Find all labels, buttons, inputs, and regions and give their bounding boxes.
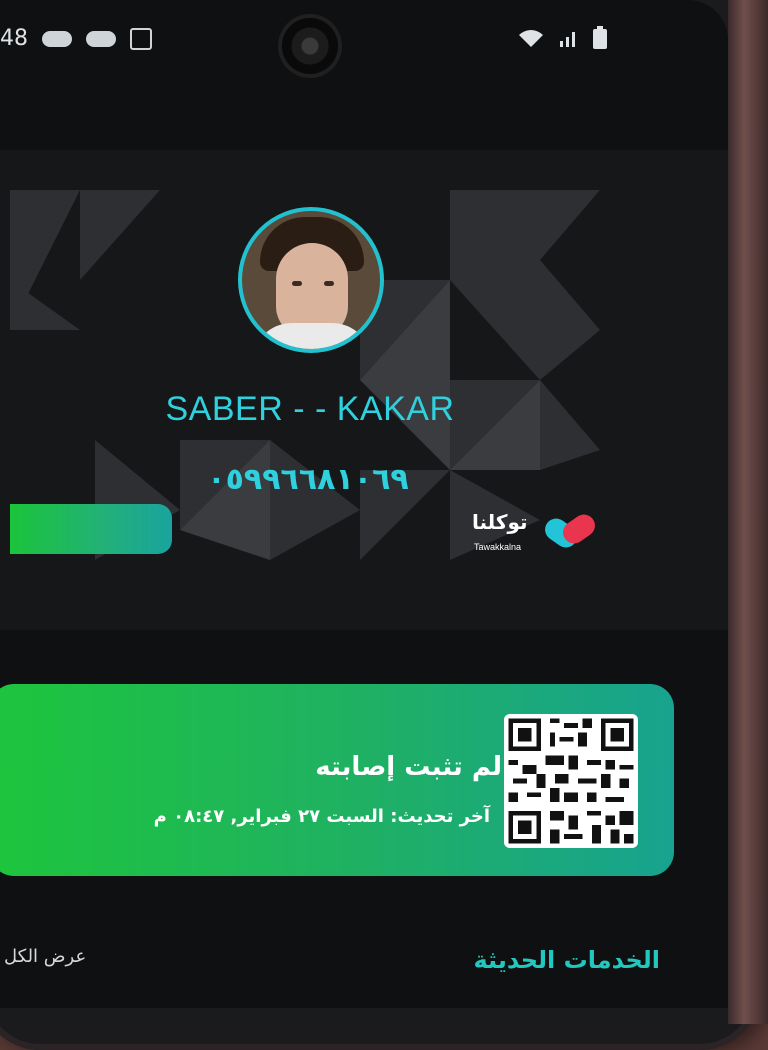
cloud-icon (86, 30, 116, 47)
health-status-title: لم تثبت إصابته (315, 752, 502, 782)
heart-logo-icon (545, 514, 595, 548)
signal-icon (560, 32, 575, 47)
logo-latin: Tawakkalna (474, 542, 522, 552)
services-section-title: الخدمات الحديثة (473, 946, 660, 974)
qr-code[interactable] (504, 714, 638, 848)
battery-icon (593, 26, 607, 49)
user-name: SABER - - KAKAR (165, 390, 455, 428)
logo-arabic: توكلنا (472, 510, 528, 534)
last-update-text: آخر تحديث: السبت ٢٧ فبراير, ٠٨:٤٧ م (153, 806, 490, 827)
status-time-fragment: 48 (0, 26, 28, 51)
health-status-pill (10, 504, 172, 554)
phone-edge (728, 0, 768, 1024)
checkbox-icon (130, 27, 152, 50)
cloud-icon (42, 30, 72, 47)
view-all-link[interactable]: عرض الكل (4, 946, 86, 967)
profile-avatar (238, 207, 384, 353)
bottom-edge (0, 1008, 728, 1024)
id-number: ٠٥٩٩٦٦٨١٠٦٩ (207, 462, 409, 497)
tawakkalna-logo: توكلنا Tawakkalna (472, 508, 604, 560)
front-camera (282, 18, 338, 74)
app-screen: 48 SABER - - KAKAR ٠٥٩٩٦٦٨١٠٦٩ توكلنا Ta… (0, 0, 728, 1024)
wifi-icon (519, 30, 543, 47)
